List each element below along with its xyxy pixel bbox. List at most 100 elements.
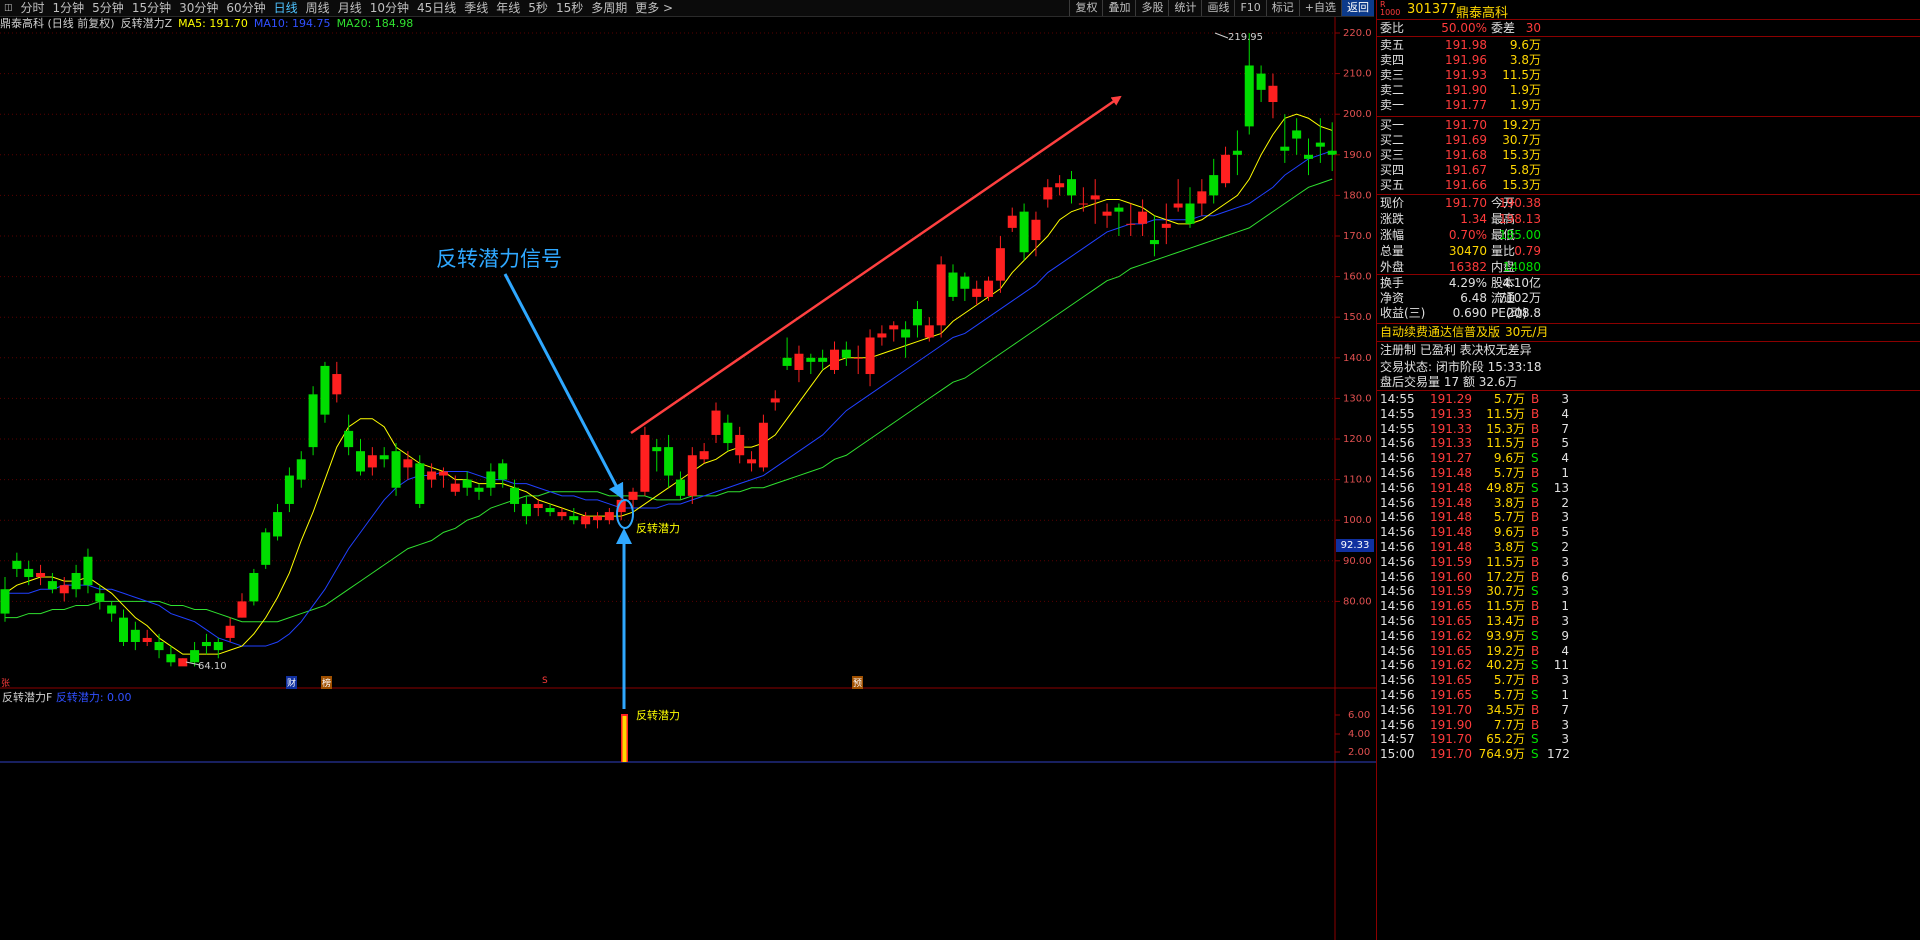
period-tab-11[interactable]: 季线 — [460, 0, 492, 16]
candle — [889, 321, 899, 342]
tick-price: 191.62 — [1430, 658, 1472, 673]
tick-time: 14:57 — [1380, 732, 1415, 747]
candle — [652, 439, 662, 472]
indicator-name[interactable]: 反转潜力Z — [121, 17, 173, 31]
sell-row-4: 卖四 191.96 3.8万 — [1377, 53, 1920, 68]
period-tab-15[interactable]: 多周期 — [587, 0, 631, 16]
candle-body — [261, 532, 271, 565]
tick-side: B — [1531, 569, 1540, 584]
tick-count: 3 — [1561, 554, 1569, 569]
toolbar-button-2[interactable]: 多股 — [1135, 0, 1168, 16]
tick-side: S — [1531, 688, 1539, 702]
candle-body — [486, 471, 496, 488]
price-tick-label: 120.0 — [1343, 434, 1372, 445]
tick-side: S — [1531, 747, 1539, 762]
period-tabs: ◫ 分时 1分钟 5分钟 15分钟 30分钟 60分钟 日线 周线 月线 10分钟 45日线 季线 年线 5… — [0, 0, 677, 16]
sell-label: 卖五 — [1380, 38, 1405, 52]
candle-body — [391, 451, 401, 488]
candle-body — [687, 455, 697, 496]
candle-body — [533, 503, 543, 509]
candle-body — [1149, 240, 1159, 245]
toolbar-button-5[interactable]: F10 — [1234, 0, 1265, 16]
period-tab-14[interactable]: 15秒 — [552, 0, 587, 16]
tick-price: 191.48 — [1430, 540, 1472, 554]
tick-side: B — [1531, 436, 1540, 451]
toolbar-button-1[interactable]: 叠加 — [1102, 0, 1135, 16]
stat-value: 1.34 — [1460, 212, 1487, 226]
period-tab-12[interactable]: 年线 — [492, 0, 524, 16]
quote-panel: R 1000 301377 鼎泰高科 委比 50.00% 委差 30 卖五 191.98 9.… — [1376, 0, 1920, 940]
candle-body — [1138, 211, 1148, 224]
tick-count: 6 — [1561, 569, 1569, 584]
marker-yu[interactable]: 预 — [852, 676, 864, 689]
period-tab-9[interactable]: 10分钟 — [366, 0, 413, 16]
candle-body — [747, 459, 757, 464]
period-tab-1[interactable]: 1分钟 — [49, 0, 89, 16]
sell-volume: 1.9万 — [1509, 98, 1541, 112]
fund-row: 收益(三) 0.690 PE(动) 208.8 — [1377, 306, 1920, 321]
period-tab-10[interactable]: 45日线 — [413, 0, 460, 16]
toolbar-button-3[interactable]: 统计 — [1168, 0, 1201, 16]
toolbar-button-4[interactable]: 画线 — [1201, 0, 1234, 16]
candle — [332, 361, 342, 403]
candle — [1031, 211, 1041, 257]
candle — [107, 601, 117, 622]
period-toolbar: ◫ 分时 1分钟 5分钟 15分钟 30分钟 60分钟 日线 周线 月线 10分钟 45日线 季线 年线 5… — [0, 0, 1374, 17]
toolbar-button-7[interactable]: +自选 — [1298, 0, 1341, 16]
candle — [1221, 146, 1231, 188]
kline-chart[interactable]: 220.0 210.0 200.0 190.0 180.0 170.0 160.0 150.0… — [0, 17, 1376, 940]
period-tab-16[interactable]: 更多 > — [631, 0, 677, 16]
candle — [664, 434, 674, 488]
tick-side: S — [1531, 480, 1539, 495]
candle — [711, 402, 721, 444]
candle — [344, 414, 354, 456]
candle — [557, 508, 567, 521]
sell-volume: 11.5万 — [1502, 68, 1541, 82]
marker-bang[interactable]: 榜 — [321, 676, 333, 689]
candle-body — [119, 617, 128, 642]
tick-count: 4 — [1561, 643, 1569, 658]
period-tab-0[interactable]: 分时 — [17, 0, 49, 16]
tick-price: 191.65 — [1430, 614, 1472, 628]
candle-body — [71, 572, 81, 590]
period-tab-2[interactable]: 5分钟 — [88, 0, 128, 16]
candle — [1114, 203, 1124, 236]
candle-body — [474, 487, 484, 492]
tick-count: 4 — [1561, 406, 1569, 421]
period-tab-6[interactable]: 日线 — [270, 0, 302, 16]
price-tick-label: 100.0 — [1343, 515, 1372, 526]
period-tab-7[interactable]: 周线 — [302, 0, 334, 16]
toolbar-button-6[interactable]: 标记 — [1265, 0, 1299, 16]
toolbar-button-8[interactable]: 返回 — [1341, 0, 1374, 16]
signal-label: 反转潜力 — [636, 522, 680, 535]
candle — [225, 617, 235, 642]
sell-price: 191.77 — [1445, 98, 1487, 112]
marker-cai[interactable]: 财 — [286, 676, 298, 689]
sub-indicator-value: 反转潜力: 0.00 — [55, 691, 132, 704]
stat-label: 外盘 — [1380, 260, 1405, 274]
period-tab-4[interactable]: 30分钟 — [175, 0, 222, 16]
candle-body — [1102, 211, 1112, 216]
tick-row: 14:56 191.48 5.7万 B 3 — [1377, 510, 1920, 525]
stat-value-2: 198.13 — [1499, 212, 1541, 226]
tick-volume: 15.3万 — [1486, 421, 1525, 436]
period-tab-13[interactable]: 5秒 — [524, 0, 552, 16]
marker-s[interactable]: S — [542, 676, 548, 686]
sub-indicator-name[interactable]: 反转潜力F — [2, 691, 52, 704]
tick-volume: 93.9万 — [1486, 628, 1525, 643]
tick-count: 5 — [1561, 436, 1569, 451]
period-tab-3[interactable]: 15分钟 — [128, 0, 175, 16]
period-tab-5[interactable]: 60分钟 — [222, 0, 269, 16]
candle-body — [1067, 179, 1076, 196]
sell-row-2: 卖二 191.90 1.9万 — [1377, 83, 1920, 98]
period-tab-8[interactable]: 月线 — [334, 0, 366, 16]
candle-body — [1007, 215, 1017, 228]
tick-price: 191.29 — [1430, 392, 1472, 406]
candle-body — [1043, 187, 1053, 200]
tick-row: 14:56 191.48 5.7万 B 1 — [1377, 466, 1920, 481]
tick-row: 14:55 191.33 15.3万 B 7 — [1377, 422, 1920, 437]
tick-volume: 3.8万 — [1493, 495, 1525, 510]
candle — [604, 508, 614, 525]
toolbar-button-0[interactable]: 复权 — [1069, 0, 1102, 16]
toolbar-menu-icon[interactable]: ◫ — [0, 0, 17, 16]
